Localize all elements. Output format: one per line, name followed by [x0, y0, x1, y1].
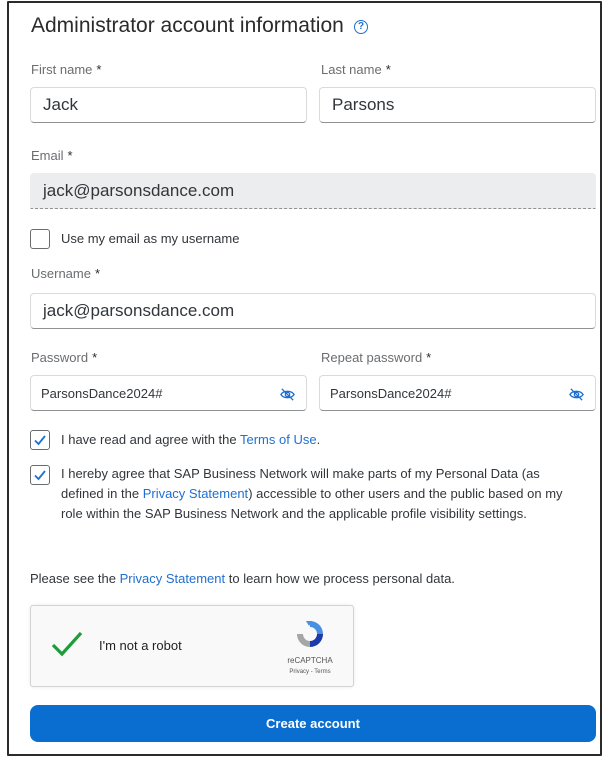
- repeat-password-label: Repeat password *: [321, 350, 432, 365]
- password-field[interactable]: ParsonsDance2024#: [30, 375, 307, 411]
- eye-slash-icon[interactable]: [279, 386, 296, 403]
- first-name-field[interactable]: Jack: [30, 87, 307, 123]
- checkmark-icon: [34, 435, 46, 446]
- use-email-label: Use my email as my username: [61, 231, 240, 246]
- username-field[interactable]: jack@parsonsdance.com: [30, 293, 596, 329]
- email-label: Email *: [31, 148, 73, 163]
- eye-slash-icon[interactable]: [568, 386, 585, 403]
- password-label: Password *: [31, 350, 98, 365]
- terms-checkbox[interactable]: [30, 430, 50, 450]
- privacy-agreement-checkbox[interactable]: [30, 465, 50, 485]
- repeat-password-field[interactable]: ParsonsDance2024#: [319, 375, 596, 411]
- privacy-statement-link[interactable]: Privacy Statement: [143, 486, 249, 501]
- recaptcha-label: I'm not a robot: [99, 638, 182, 653]
- checkmark-icon: [51, 631, 83, 657]
- terms-of-use-link[interactable]: Terms of Use: [240, 432, 317, 447]
- username-label: Username *: [31, 266, 101, 281]
- form-container: Administrator account information ? Firs…: [7, 1, 602, 756]
- help-icon[interactable]: ?: [354, 20, 368, 34]
- recaptcha-footer[interactable]: Privacy - Terms: [269, 669, 351, 675]
- recaptcha-widget[interactable]: I'm not a robot reCAPTCHA Privacy - Term…: [30, 605, 354, 687]
- email-field: jack@parsonsdance.com: [30, 173, 596, 209]
- use-email-checkbox[interactable]: [30, 229, 50, 249]
- recaptcha-logo: [297, 621, 323, 647]
- last-name-field[interactable]: Parsons: [319, 87, 596, 123]
- checkmark-icon: [34, 470, 46, 481]
- page-title: Administrator account information: [31, 14, 344, 37]
- privacy-agreement-label: I hereby agree that SAP Business Network…: [61, 466, 563, 521]
- privacy-note: Please see the Privacy Statement to lear…: [30, 571, 455, 586]
- last-name-label: Last name *: [321, 62, 391, 77]
- privacy-statement-link[interactable]: Privacy Statement: [120, 571, 226, 586]
- recaptcha-brand: reCAPTCHA: [287, 656, 333, 665]
- create-account-button[interactable]: Create account: [30, 705, 596, 742]
- first-name-label: First name *: [31, 62, 102, 77]
- terms-label: I have read and agree with the Terms of …: [61, 432, 321, 447]
